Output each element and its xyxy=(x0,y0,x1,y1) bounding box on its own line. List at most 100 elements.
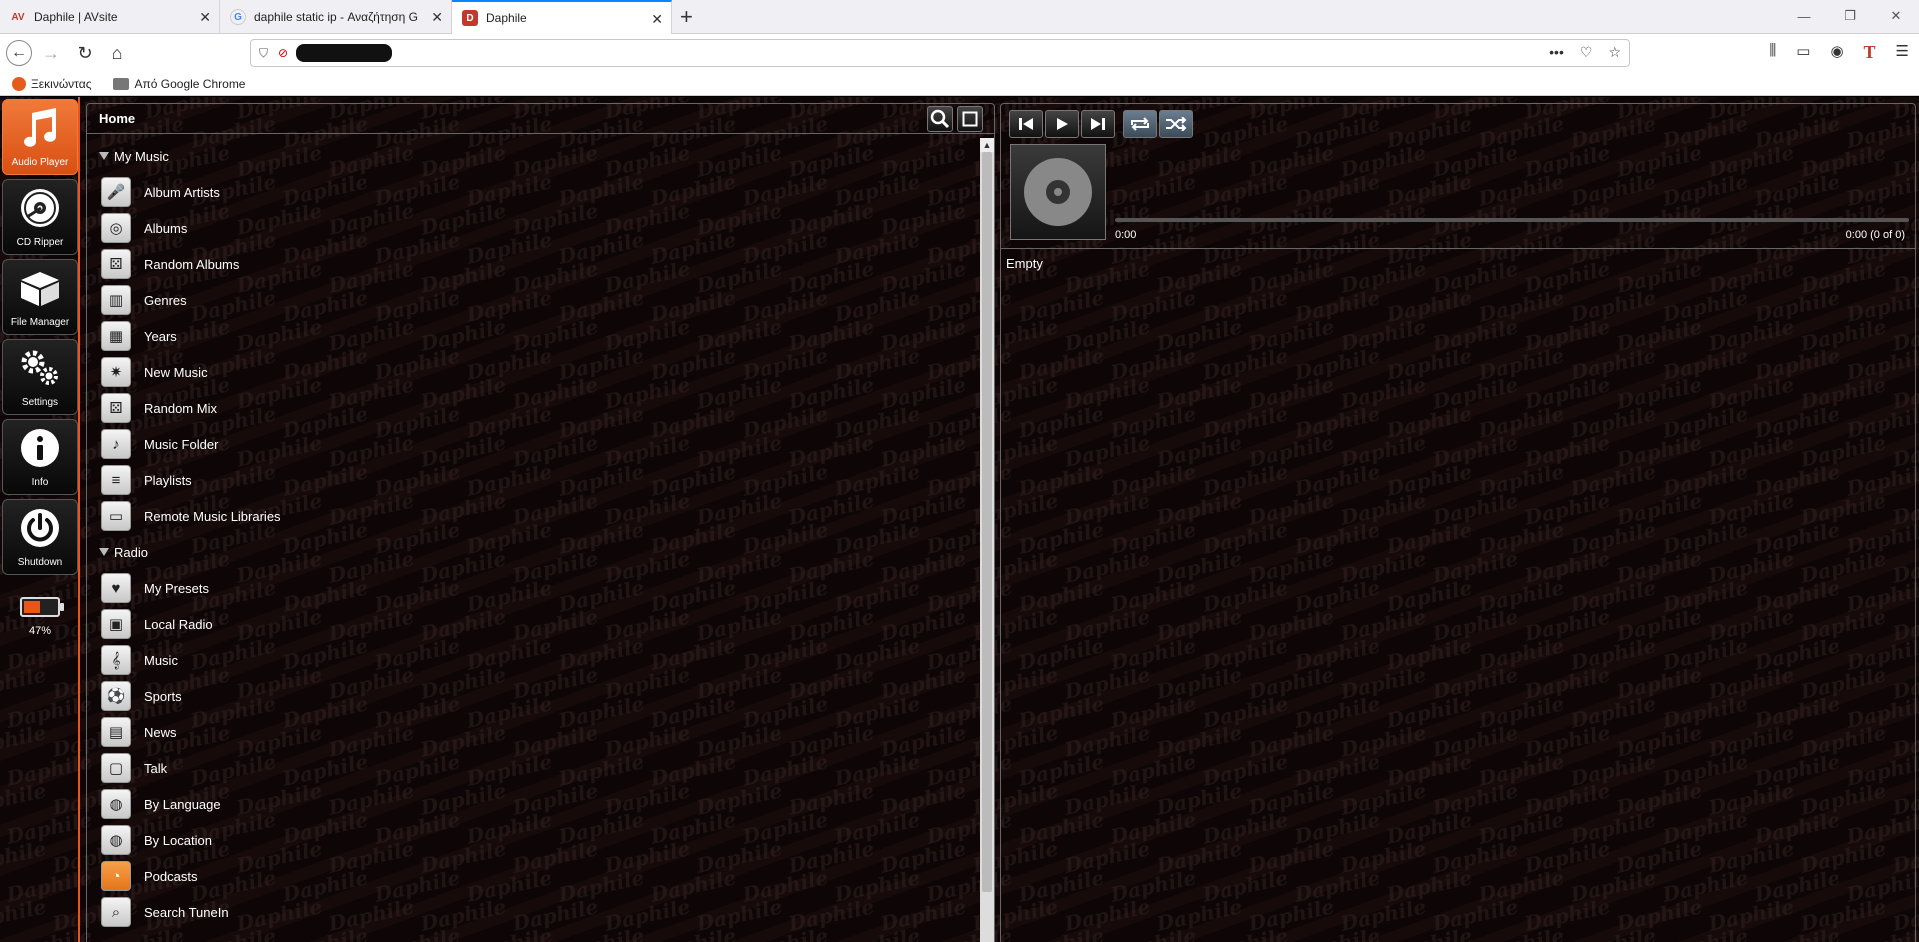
list-item[interactable]: ◔ Podcasts xyxy=(87,858,977,894)
bookmark-getting-started[interactable]: Ξεκινώντας xyxy=(12,76,91,91)
list-item[interactable]: ▭ Remote Music Libraries xyxy=(87,498,977,534)
minimize-icon[interactable]: — xyxy=(1781,0,1827,32)
laptop-icon: ▭ xyxy=(101,501,131,531)
search-icon xyxy=(930,109,950,129)
list-item-label: New Music xyxy=(144,364,208,380)
playlist-status: Empty xyxy=(1006,256,1043,271)
back-icon[interactable]: ← xyxy=(6,40,32,66)
list-item[interactable]: ▤ News xyxy=(87,714,977,750)
list-item[interactable]: ⚽ Sports xyxy=(87,678,977,714)
collapse-triangle-icon[interactable] xyxy=(99,152,109,160)
sidebar-item-cd-ripper[interactable]: CD Ripper xyxy=(2,179,78,255)
tab-label: daphile static ip - Αναζήτηση G xyxy=(254,10,419,24)
next-icon xyxy=(1091,118,1105,130)
list-item[interactable]: 𝄞 Music xyxy=(87,642,977,678)
piano-icon: ▥ xyxy=(101,285,131,315)
bookmark-star-icon[interactable]: ☆ xyxy=(1608,44,1621,61)
collapse-triangle-icon[interactable] xyxy=(99,548,109,556)
album-cover xyxy=(1010,144,1106,240)
browser-tab-avsite[interactable]: AV Daphile | AVsite ✕ xyxy=(0,0,220,34)
list-item[interactable]: ▦ Years xyxy=(87,318,977,354)
list-item[interactable]: ▢ Talk xyxy=(87,750,977,786)
restore-icon[interactable]: ❐ xyxy=(1827,0,1873,32)
menu-icon[interactable]: ☰ xyxy=(1896,42,1909,63)
list-item[interactable]: ▣ Local Radio xyxy=(87,606,977,642)
home-icon[interactable]: ⌂ xyxy=(104,40,130,66)
address-bar[interactable]: ⛉ ⊘ ••• ♡ ☆ xyxy=(250,39,1630,67)
sidebar-item-info[interactable]: Info xyxy=(2,419,78,495)
rss-icon: ◔ xyxy=(101,861,131,891)
new-badge-icon: ✷ xyxy=(101,357,131,387)
forward-icon[interactable]: → xyxy=(38,40,64,66)
previous-icon xyxy=(1019,118,1033,130)
close-window-icon[interactable]: ✕ xyxy=(1873,0,1919,32)
scroll-up-icon[interactable]: ▲ xyxy=(980,138,994,152)
search-button[interactable] xyxy=(927,106,953,132)
repeat-icon xyxy=(1131,117,1149,131)
more-actions-icon[interactable]: ••• xyxy=(1549,44,1564,61)
progress-bar[interactable] xyxy=(1115,218,1909,222)
list-item[interactable]: ✷ New Music xyxy=(87,354,977,390)
pocket-icon[interactable]: ♡ xyxy=(1580,44,1593,61)
browser-scrollbar[interactable]: ▲ xyxy=(980,138,994,942)
play-button[interactable] xyxy=(1045,110,1079,138)
globe-icon: ◍ xyxy=(101,789,131,819)
next-button[interactable] xyxy=(1081,110,1115,138)
browser-panel-header: Home xyxy=(87,104,994,134)
expand-button[interactable] xyxy=(957,106,983,132)
list-item[interactable]: ▥ Genres xyxy=(87,282,977,318)
list-item-label: Podcasts xyxy=(144,868,198,884)
info-icon xyxy=(17,426,63,470)
close-tab-icon[interactable]: ✕ xyxy=(651,11,663,28)
browser-tab-bar: AV Daphile | AVsite ✕ G daphile static i… xyxy=(0,0,1919,34)
dice-icon: ⚄ xyxy=(101,249,131,279)
power-icon xyxy=(17,506,63,550)
list-item-label: Talk xyxy=(144,760,168,776)
sidebar-item-shutdown[interactable]: Shutdown xyxy=(2,499,78,575)
previous-button[interactable] xyxy=(1009,110,1043,138)
shuffle-button[interactable] xyxy=(1159,110,1193,138)
avsite-favicon-icon: AV xyxy=(11,11,25,23)
reload-icon[interactable]: ↻ xyxy=(72,40,98,66)
list-item[interactable]: ⚄ Random Mix xyxy=(87,390,977,426)
bookmark-folder-chrome[interactable]: Από Google Chrome xyxy=(113,77,245,91)
extension-t-icon[interactable]: T xyxy=(1864,42,1876,63)
section-header[interactable]: Radio xyxy=(87,534,977,570)
list-item[interactable]: ◍ By Language xyxy=(87,786,977,822)
sidebar-item-label: Audio Player xyxy=(11,157,69,168)
repeat-button[interactable] xyxy=(1123,110,1157,138)
sidebar-toggle-icon[interactable]: ▭ xyxy=(1796,42,1810,63)
list-item[interactable]: ♥ My Presets xyxy=(87,570,977,606)
section-header[interactable]: My Music xyxy=(87,138,977,174)
sidebar-item-settings[interactable]: Settings xyxy=(2,339,78,415)
time-total: 0:00 (0 of 0) xyxy=(1845,229,1905,241)
close-tab-icon[interactable]: ✕ xyxy=(431,9,443,26)
list-item-label: By Location xyxy=(144,832,212,848)
list-item-label: Random Albums xyxy=(144,256,240,272)
sidebar-item-label: File Manager xyxy=(10,317,70,328)
browser-tab-google[interactable]: G daphile static ip - Αναζήτηση G ✕ xyxy=(220,0,452,34)
insecure-lock-icon[interactable]: ⊘ xyxy=(278,46,288,60)
player-controls xyxy=(1009,110,1193,138)
folder-icon: ♪ xyxy=(101,429,131,459)
list-item[interactable]: ⚄ Random Albums xyxy=(87,246,977,282)
list-item-label: Local Radio xyxy=(144,616,213,632)
player-panel: 0:00 0:00 (0 of 0) Empty xyxy=(1000,103,1916,942)
library-icon[interactable]: ⫼ xyxy=(1769,42,1776,63)
list-item[interactable]: ♪ Music Folder xyxy=(87,426,977,462)
scrollbar-thumb[interactable] xyxy=(982,152,992,892)
sidebar-item-audio-player[interactable]: Audio Player xyxy=(2,99,78,175)
new-tab-icon[interactable]: + xyxy=(680,4,693,30)
sidebar-item-file-manager[interactable]: File Manager xyxy=(2,259,78,335)
speech-icon: ▢ xyxy=(101,753,131,783)
list-item[interactable]: ◎ Albums xyxy=(87,210,977,246)
list-item[interactable]: ◍ By Location xyxy=(87,822,977,858)
browser-tab-daphile[interactable]: D Daphile ✕ xyxy=(452,0,672,34)
account-icon[interactable]: ◉ xyxy=(1830,42,1843,63)
list-item[interactable]: 🎤 Album Artists xyxy=(87,174,977,210)
list-item[interactable]: ⌕ Search TuneIn xyxy=(87,894,977,930)
shield-icon[interactable]: ⛉ xyxy=(259,46,268,61)
close-tab-icon[interactable]: ✕ xyxy=(199,9,211,26)
shuffle-icon xyxy=(1166,117,1187,131)
list-item[interactable]: ≡ Playlists xyxy=(87,462,977,498)
